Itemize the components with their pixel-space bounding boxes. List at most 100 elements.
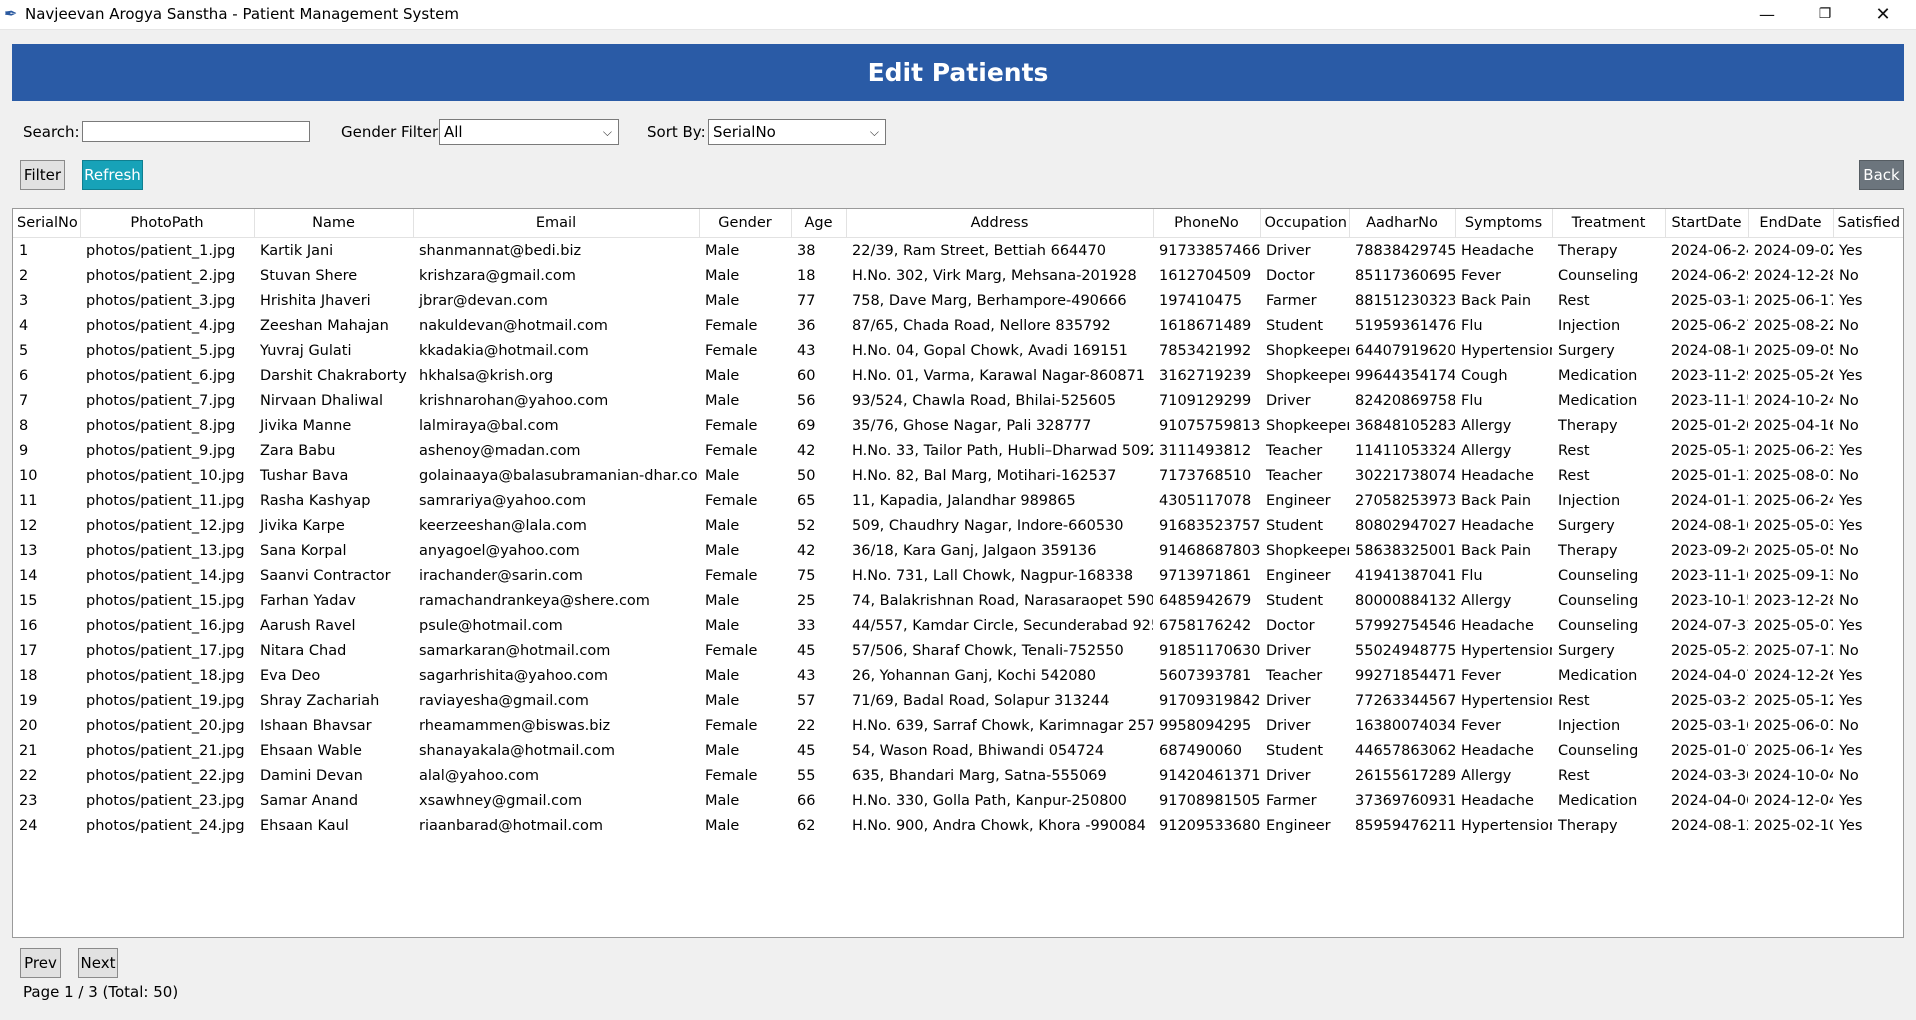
table-cell: Male	[705, 517, 740, 534]
table-cell: Teacher	[1266, 467, 1323, 484]
table-row[interactable]: 24 photos/patient_24.jpg Ehsaan Kaul riaanb…	[13, 813, 1903, 838]
table-cell: Shopkeeper	[1266, 367, 1349, 384]
table-cell: Therapy	[1558, 542, 1618, 559]
next-button[interactable]: Next	[78, 948, 118, 978]
table-cell: Ehsaan Kaul	[260, 817, 349, 834]
table-cell: No	[1839, 467, 1859, 484]
table-cell: Nitara Chad	[260, 642, 347, 659]
table-cell: 25	[797, 592, 816, 609]
table-cell: Fever	[1461, 667, 1501, 684]
table-row[interactable]: 2 photos/patient_2.jpg Stuvan Shere krishza…	[13, 263, 1903, 288]
table-row[interactable]: 14 photos/patient_14.jpg Saanvi Contractor…	[13, 563, 1903, 588]
table-cell: Surgery	[1558, 517, 1615, 534]
table-cell: Damini Devan	[260, 767, 363, 784]
table-cell: 2025-07-17	[1754, 642, 1833, 659]
search-input[interactable]	[82, 121, 310, 142]
table-cell: 2	[19, 267, 29, 284]
table-cell: 758, Dave Marg, Berhampore-490666	[852, 292, 1127, 309]
column-header[interactable]: PhotoPath	[80, 209, 255, 238]
column-header[interactable]: Satisfied	[1833, 209, 1903, 238]
table-row[interactable]: 21 photos/patient_21.jpg Ehsaan Wable shana…	[13, 738, 1903, 763]
table-cell: Yes	[1839, 292, 1863, 309]
column-header[interactable]: Name	[254, 209, 414, 238]
table-cell: Counseling	[1558, 592, 1639, 609]
column-header[interactable]: Email	[413, 209, 700, 238]
table-cell: Yes	[1839, 617, 1863, 634]
table-row[interactable]: 16 photos/patient_16.jpg Aarush Ravel psule…	[13, 613, 1903, 638]
table-cell: 914686878033	[1159, 542, 1260, 559]
table-row[interactable]: 1 photos/patient_1.jpg Kartik Jani shanmann…	[13, 238, 1903, 264]
table-row[interactable]: 22 photos/patient_22.jpg Damini Devan alal@…	[13, 763, 1903, 788]
table-row[interactable]: 10 photos/patient_10.jpg Tushar Bava golain…	[13, 463, 1903, 488]
table-cell: 5	[19, 342, 29, 359]
table-cell: Male	[705, 542, 740, 559]
back-button[interactable]: Back	[1859, 160, 1904, 190]
table-row[interactable]: 6 photos/patient_6.jpg Darshit Chakraborty…	[13, 363, 1903, 388]
filter-button[interactable]: Filter	[20, 160, 65, 190]
table-cell: 22	[19, 767, 38, 784]
table-cell: 859594762119	[1355, 817, 1455, 834]
table-row[interactable]: 18 photos/patient_18.jpg Eva Deo sagarhrish…	[13, 663, 1903, 688]
table-cell: 2025-06-27	[1671, 317, 1748, 334]
table-row[interactable]: 17 photos/patient_17.jpg Nitara Chad samark…	[13, 638, 1903, 663]
column-header[interactable]: Occupation	[1260, 209, 1350, 238]
table-cell: Yes	[1839, 742, 1863, 759]
table-cell: 2023-11-15	[1671, 392, 1748, 409]
table-row[interactable]: 11 photos/patient_11.jpg Rasha Kashyap samr…	[13, 488, 1903, 513]
table-row[interactable]: 20 photos/patient_20.jpg Ishaan Bhavsar rhe…	[13, 713, 1903, 738]
gender-filter-select[interactable]: All ⌵	[439, 119, 619, 145]
column-header[interactable]: Address	[846, 209, 1154, 238]
table-row[interactable]: 5 photos/patient_5.jpg Yuvraj Gulati kkadak…	[13, 338, 1903, 363]
table-cell: ashenoy@madan.com	[419, 442, 581, 459]
column-header[interactable]: Age	[791, 209, 847, 238]
sort-by-select[interactable]: SerialNo ⌵	[708, 119, 886, 145]
refresh-button[interactable]: Refresh	[82, 160, 143, 190]
close-button[interactable]: ✕	[1854, 0, 1912, 29]
patients-table[interactable]: SerialNo PhotoPath Name Email Gender Age Addre…	[12, 208, 1904, 938]
column-header[interactable]: StartDate	[1665, 209, 1749, 238]
column-header[interactable]: SerialNo	[13, 209, 81, 238]
column-header[interactable]: EndDate	[1748, 209, 1834, 238]
prev-button[interactable]: Prev	[20, 948, 61, 978]
minimize-button[interactable]: —	[1738, 0, 1796, 29]
table-row[interactable]: 13 photos/patient_13.jpg Sana Korpal anyago…	[13, 538, 1903, 563]
table-cell: No	[1839, 392, 1859, 409]
table-cell: Flu	[1461, 317, 1483, 334]
table-row[interactable]: 7 photos/patient_7.jpg Nirvaan Dhaliwal kri…	[13, 388, 1903, 413]
table-cell: Hypertension	[1461, 342, 1552, 359]
table-cell: Headache	[1461, 517, 1534, 534]
table-row[interactable]: 3 photos/patient_3.jpg Hrishita Jhaveri jbr…	[13, 288, 1903, 313]
table-cell: H.No. 82, Bal Marg, Motihari-162537	[852, 467, 1117, 484]
column-header[interactable]: AadharNo	[1349, 209, 1456, 238]
table-cell: 2025-03-18	[1671, 292, 1748, 309]
table-cell: 2025-01-12	[1671, 467, 1748, 484]
table-cell: Male	[705, 292, 740, 309]
table-cell: Flu	[1461, 567, 1483, 584]
table-cell: No	[1839, 642, 1859, 659]
table-cell: Aarush Ravel	[260, 617, 356, 634]
column-header[interactable]: Gender	[699, 209, 792, 238]
table-cell: Female	[705, 492, 758, 509]
table-cell: 36/18, Kara Ganj, Jalgaon 359136	[852, 542, 1097, 559]
table-cell: No	[1839, 267, 1859, 284]
table-cell: photos/patient_11.jpg	[86, 492, 245, 509]
table-row[interactable]: 9 photos/patient_9.jpg Zara Babu ashenoy@ma…	[13, 438, 1903, 463]
maximize-button[interactable]: ❐	[1796, 0, 1854, 29]
table-cell: Rasha Kashyap	[260, 492, 371, 509]
table-cell: 2024-07-31	[1671, 617, 1748, 634]
table-cell: 2024-06-29	[1671, 267, 1748, 284]
table-cell: H.No. 04, Gopal Chowk, Avadi 169151	[852, 342, 1128, 359]
table-row[interactable]: 12 photos/patient_12.jpg Jivika Karpe keerz…	[13, 513, 1903, 538]
table-row[interactable]: 8 photos/patient_8.jpg Jivika Manne lalmira…	[13, 413, 1903, 438]
table-row[interactable]: 23 photos/patient_23.jpg Samar Anand xsawhn…	[13, 788, 1903, 813]
column-header[interactable]: Symptoms	[1455, 209, 1553, 238]
column-header[interactable]: Treatment	[1552, 209, 1666, 238]
table-cell: 18	[19, 667, 38, 684]
table-cell: 35/76, Ghose Nagar, Pali 328777	[852, 417, 1092, 434]
table-cell: Shopkeeper	[1266, 417, 1349, 434]
table-row[interactable]: 15 photos/patient_15.jpg Farhan Yadav ramac…	[13, 588, 1903, 613]
column-header[interactable]: PhoneNo	[1153, 209, 1261, 238]
table-cell: Sana Korpal	[260, 542, 347, 559]
table-row[interactable]: 19 photos/patient_19.jpg Shray Zachariah ra…	[13, 688, 1903, 713]
table-row[interactable]: 4 photos/patient_4.jpg Zeeshan Mahajan naku…	[13, 313, 1903, 338]
